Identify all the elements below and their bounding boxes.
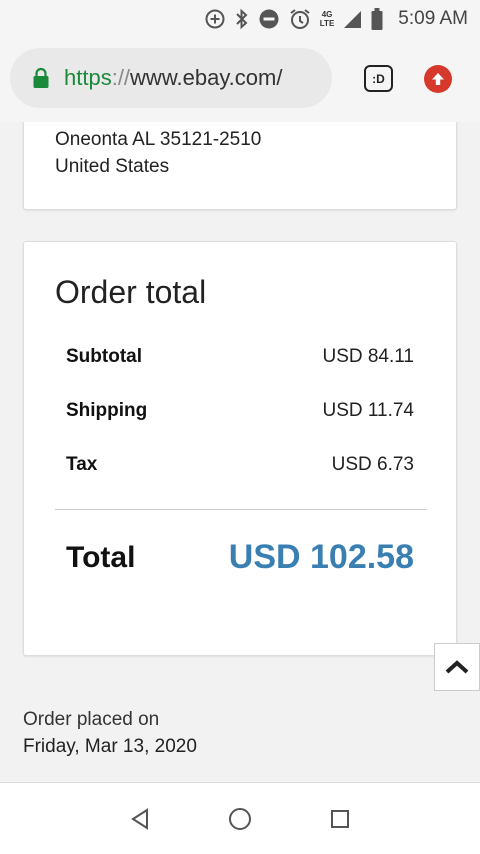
total-value: USD 102.58 [228,538,414,576]
url-separator: :// [111,65,131,90]
bluetooth-icon [234,8,250,30]
update-arrow-button[interactable] [424,65,452,93]
shipping-label: Shipping [66,400,148,421]
do-not-disturb-icon [258,8,280,30]
home-circle-icon [229,807,251,830]
subtotal-value: USD 84.11 [322,346,414,367]
system-nav-bar [0,782,480,854]
address-city-line: Oneonta AL 35121-2510 [55,129,262,150]
tax-label: Tax [66,454,98,475]
address-country: United States [55,156,170,177]
back-triangle-icon [131,807,148,830]
total-divider [55,509,427,510]
page-content: Oneonta AL 35121-2510 United States Orde… [0,122,480,782]
cell-signal-icon [342,9,362,29]
tax-value: USD 6.73 [331,454,414,475]
shipping-address-card: Oneonta AL 35121-2510 United States [23,122,457,210]
order-placed-label: Order placed on [23,709,160,730]
url-omnibox[interactable]: https://www.ebay.com/ [10,48,332,108]
recents-square-icon [331,809,349,828]
order-total-title: Order total [55,274,207,310]
order-placed-date: Friday, Mar 13, 2020 [23,736,197,757]
battery-icon [370,7,384,31]
tax-row: Tax USD 6.73 [66,454,414,476]
network-type-top: 4G [321,10,333,19]
scroll-to-top-button[interactable] [434,643,480,691]
url-host: www.ebay.com/ [130,65,283,90]
chevron-up-icon [445,660,469,674]
total-label: Total [66,540,136,574]
home-button[interactable] [220,799,260,839]
data-saver-icon [204,8,226,30]
url-scheme: https [64,65,112,90]
browser-toolbar: https://www.ebay.com/ :D [0,38,480,122]
network-type-bottom: LTE [319,19,335,28]
tab-switcher-button[interactable]: :D [364,65,393,92]
back-button[interactable] [120,799,160,839]
shipping-value: USD 11.74 [322,400,414,421]
network-type-icon: 4G LTE [320,10,335,28]
secure-lock-icon[interactable] [32,67,50,89]
status-bar: 4G LTE 5:09 AM [0,0,480,38]
alarm-icon [288,7,312,31]
recents-button[interactable] [320,799,360,839]
subtotal-label: Subtotal [66,346,142,367]
url-text[interactable]: https://www.ebay.com/ [64,65,282,91]
status-time: 5:09 AM [398,8,468,29]
subtotal-row: Subtotal USD 84.11 [66,346,414,368]
tab-switcher-label: :D [372,71,385,86]
arrow-up-icon [432,73,444,85]
total-row: Total USD 102.58 [66,538,414,577]
shipping-row: Shipping USD 11.74 [66,400,414,422]
order-total-card: Order total Subtotal USD 84.11 Shipping … [23,241,457,656]
